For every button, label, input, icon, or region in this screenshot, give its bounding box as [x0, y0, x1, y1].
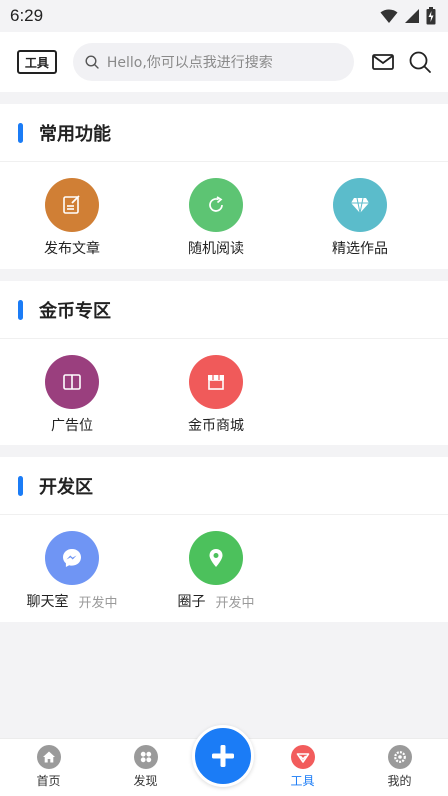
search-placeholder: Hello,你可以点我进行搜索 — [106, 55, 273, 71]
tab-label: 发现 — [133, 774, 158, 788]
mail-icon[interactable] — [372, 54, 394, 70]
tools-icon — [290, 745, 315, 769]
section-header: 金币专区 — [0, 281, 448, 339]
edit-icon — [45, 178, 99, 232]
messenger-icon — [45, 531, 99, 585]
section-title: 开发区 — [39, 476, 93, 498]
signal-icon — [405, 9, 419, 23]
tab-home[interactable]: 首页 — [0, 739, 97, 796]
section-coin-zone: 金币专区 广告位 金币商城 — [0, 281, 448, 445]
feature-label: 发布文章 — [44, 241, 100, 257]
book-icon — [45, 355, 99, 409]
feature-grid: 广告位 金币商城 — [0, 339, 448, 435]
discover-icon — [133, 745, 158, 769]
add-button[interactable] — [192, 725, 254, 787]
plus-icon — [212, 745, 234, 767]
location-pin-icon — [189, 531, 243, 585]
diamond-icon — [333, 178, 387, 232]
feature-status: 开发中 — [215, 595, 255, 611]
refresh-icon — [189, 178, 243, 232]
wifi-icon — [380, 9, 398, 23]
store-icon — [189, 355, 243, 409]
search-bar[interactable]: Hello,你可以点我进行搜索 — [72, 43, 354, 81]
tab-label: 工具 — [290, 774, 315, 788]
battery-icon — [426, 7, 436, 25]
feature-label: 金币商城 — [188, 418, 244, 434]
section-title: 常用功能 — [39, 123, 111, 145]
tab-discover[interactable]: 发现 — [97, 739, 194, 796]
section-header: 常用功能 — [0, 104, 448, 162]
section-dev-zone: 开发区 聊天室 开发中 圈子 开发中 — [0, 457, 448, 622]
feature-label: 聊天室 — [26, 594, 69, 610]
header: 工具 Hello,你可以点我进行搜索 — [0, 32, 448, 92]
tab-mine[interactable]: 我的 — [351, 739, 448, 796]
status-time: 6:29 — [10, 6, 44, 25]
section-title: 金币专区 — [39, 300, 111, 322]
feature-coin-mall[interactable]: 金币商城 — [144, 355, 288, 435]
feature-grid: 聊天室 开发中 圈子 开发中 — [0, 515, 448, 611]
settings-icon — [387, 745, 412, 769]
feature-selected-works[interactable]: 精选作品 — [288, 178, 432, 258]
feature-label: 广告位 — [51, 418, 93, 434]
feature-chat-room[interactable]: 聊天室 开发中 — [0, 531, 144, 611]
feature-grid: 发布文章 随机阅读 精选作品 — [0, 162, 448, 258]
section-accent-bar — [18, 299, 23, 320]
search-header-icon[interactable] — [408, 50, 432, 74]
section-accent-bar — [18, 122, 23, 143]
tab-label: 首页 — [36, 774, 61, 788]
tool-badge-button[interactable]: 工具 — [17, 50, 57, 74]
feature-ad-slot[interactable]: 广告位 — [0, 355, 144, 435]
feature-status: 开发中 — [78, 595, 118, 611]
tab-tools[interactable]: 工具 — [254, 739, 351, 796]
section-accent-bar — [18, 475, 23, 496]
search-icon — [85, 55, 99, 69]
feature-circle[interactable]: 圈子 开发中 — [144, 531, 288, 611]
status-icons — [380, 7, 436, 25]
feature-random-read[interactable]: 随机阅读 — [144, 178, 288, 258]
tab-label: 我的 — [387, 774, 412, 788]
feature-publish-article[interactable]: 发布文章 — [0, 178, 144, 258]
status-bar: 6:29 — [0, 0, 448, 32]
feature-label-row: 圈子 开发中 — [177, 591, 254, 611]
section-header: 开发区 — [0, 457, 448, 515]
feature-label: 圈子 — [177, 594, 206, 610]
feature-label: 精选作品 — [332, 241, 388, 257]
home-icon — [36, 745, 61, 769]
header-actions — [372, 50, 432, 74]
section-common-functions: 常用功能 发布文章 随机阅读 精选作品 — [0, 104, 448, 269]
feature-label-row: 聊天室 开发中 — [26, 591, 117, 611]
feature-label: 随机阅读 — [188, 241, 244, 257]
